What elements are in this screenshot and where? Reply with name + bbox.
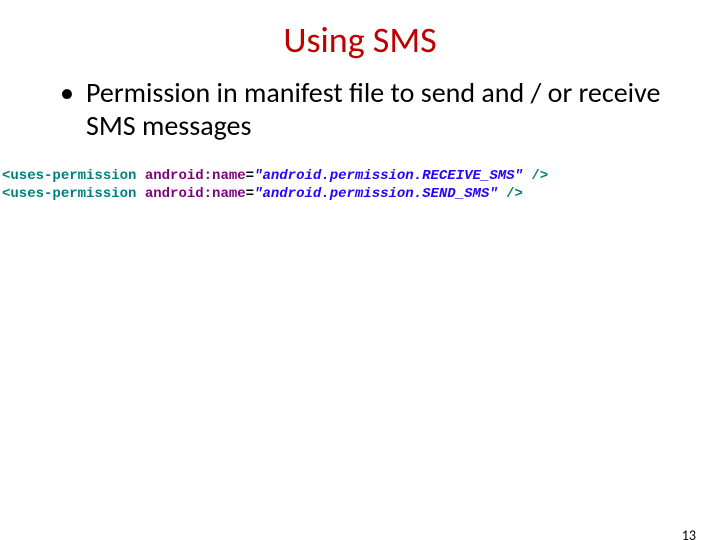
code-punct: = [246,186,254,202]
code-punct: = [246,168,254,184]
slide: Using SMS Permission in manifest file to… [0,18,720,540]
bullet-item: Permission in manifest file to send and … [60,76,690,142]
slide-body: Permission in manifest file to send and … [0,76,720,203]
code-line-2: <uses-permission android:name="android.p… [2,186,690,204]
code-attr: android:name [145,186,246,202]
code-string: "android.permission.RECEIVE_SMS" [254,168,523,184]
page-number: 13 [682,527,696,540]
code-punct: /> [523,168,548,184]
code-punct: /> [498,186,523,202]
code-attr: android:name [145,168,246,184]
code-tag: uses-permission [10,168,136,184]
code-block: <uses-permission android:name="android.p… [2,168,690,203]
code-line-1: <uses-permission android:name="android.p… [2,168,690,186]
code-string: "android.permission.SEND_SMS" [254,186,498,202]
slide-title: Using SMS [0,18,720,62]
code-tag: uses-permission [10,186,136,202]
